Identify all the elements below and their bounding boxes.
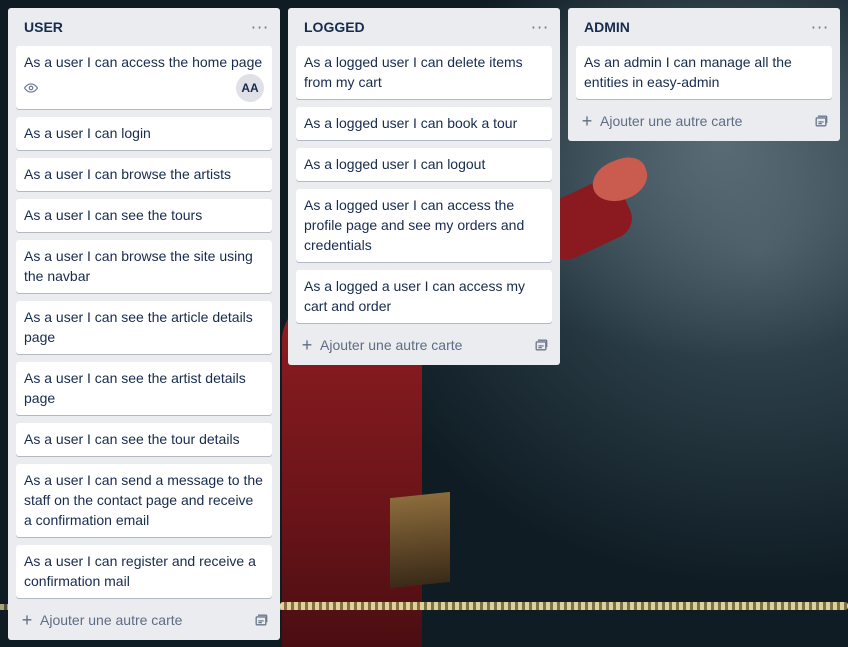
list-footer: + Ajouter une autre carte [288, 327, 560, 363]
card-title: As a user I can see the tours [24, 207, 203, 223]
card[interactable]: As a logged user I can logout [296, 148, 552, 181]
card-title: As a logged a user I can access my cart … [304, 278, 525, 314]
card-title: As an admin I can manage all the entitie… [584, 54, 792, 90]
card-list: As an admin I can manage all the entitie… [568, 46, 840, 99]
create-from-template-icon[interactable] [534, 337, 550, 353]
card[interactable]: As a logged user I can book a tour [296, 107, 552, 140]
card-list: As a user I can access the home page AA … [8, 46, 280, 598]
card-title: As a user I can send a message to the st… [24, 472, 263, 528]
card-title: As a user I can register and receive a c… [24, 553, 256, 589]
card-title: As a logged user I can book a tour [304, 115, 518, 131]
list-user: USER ··· As a user I can access the home… [8, 8, 280, 640]
list-header: ADMIN ··· [568, 8, 840, 46]
plus-icon: + [581, 111, 593, 131]
card[interactable]: As a user I can see the artist details p… [16, 362, 272, 415]
list-title[interactable]: ADMIN [584, 19, 630, 35]
list-title[interactable]: USER [24, 19, 63, 35]
card-title: As a user I can browse the artists [24, 166, 231, 182]
list-header: USER ··· [8, 8, 280, 46]
card[interactable]: As a user I can register and receive a c… [16, 545, 272, 598]
list-menu-icon[interactable]: ··· [250, 17, 270, 37]
list-footer: + Ajouter une autre carte [568, 103, 840, 139]
card[interactable]: As a user I can access the home page AA [16, 46, 272, 109]
list-title[interactable]: LOGGED [304, 19, 365, 35]
add-card-label: Ajouter une autre carte [40, 612, 183, 628]
card-title: As a logged user I can access the profil… [304, 197, 525, 253]
card[interactable]: As a user I can see the tour details [16, 423, 272, 456]
list-logged: LOGGED ··· As a logged user I can delete… [288, 8, 560, 365]
list-menu-icon[interactable]: ··· [530, 17, 550, 37]
list-footer: + Ajouter une autre carte [8, 602, 280, 638]
add-card-button[interactable]: + Ajouter une autre carte [20, 610, 183, 630]
create-from-template-icon[interactable] [814, 113, 830, 129]
plus-icon: + [21, 610, 33, 630]
create-from-template-icon[interactable] [254, 612, 270, 628]
add-card-button[interactable]: + Ajouter une autre carte [300, 335, 463, 355]
card-badges: AA [24, 74, 264, 102]
card-list: As a logged user I can delete items from… [288, 46, 560, 323]
card[interactable]: As a user I can send a message to the st… [16, 464, 272, 537]
card[interactable]: As a user I can browse the artists [16, 158, 272, 191]
add-card-button[interactable]: + Ajouter une autre carte [580, 111, 743, 131]
plus-icon: + [301, 335, 313, 355]
card-title: As a user I can see the tour details [24, 431, 240, 447]
list-admin: ADMIN ··· As an admin I can manage all t… [568, 8, 840, 141]
card-title: As a user I can access the home page [24, 54, 263, 70]
card[interactable]: As a logged user I can delete items from… [296, 46, 552, 99]
card[interactable]: As an admin I can manage all the entitie… [576, 46, 832, 99]
eye-icon [24, 80, 40, 96]
card[interactable]: As a user I can see the tours [16, 199, 272, 232]
card-title: As a user I can see the article details … [24, 309, 253, 345]
list-menu-icon[interactable]: ··· [810, 17, 830, 37]
card-title: As a user I can login [24, 125, 151, 141]
card[interactable]: As a user I can see the article details … [16, 301, 272, 354]
card-title: As a user I can browse the site using th… [24, 248, 253, 284]
card-title: As a logged user I can logout [304, 156, 486, 172]
add-card-label: Ajouter une autre carte [600, 113, 743, 129]
card[interactable]: As a user I can login [16, 117, 272, 150]
add-card-label: Ajouter une autre carte [320, 337, 463, 353]
card-title: As a user I can see the artist details p… [24, 370, 246, 406]
avatar[interactable]: AA [236, 74, 264, 102]
card[interactable]: As a user I can browse the site using th… [16, 240, 272, 293]
card[interactable]: As a logged user I can access the profil… [296, 189, 552, 262]
list-header: LOGGED ··· [288, 8, 560, 46]
card-title: As a logged user I can delete items from… [304, 54, 523, 90]
card[interactable]: As a logged a user I can access my cart … [296, 270, 552, 323]
